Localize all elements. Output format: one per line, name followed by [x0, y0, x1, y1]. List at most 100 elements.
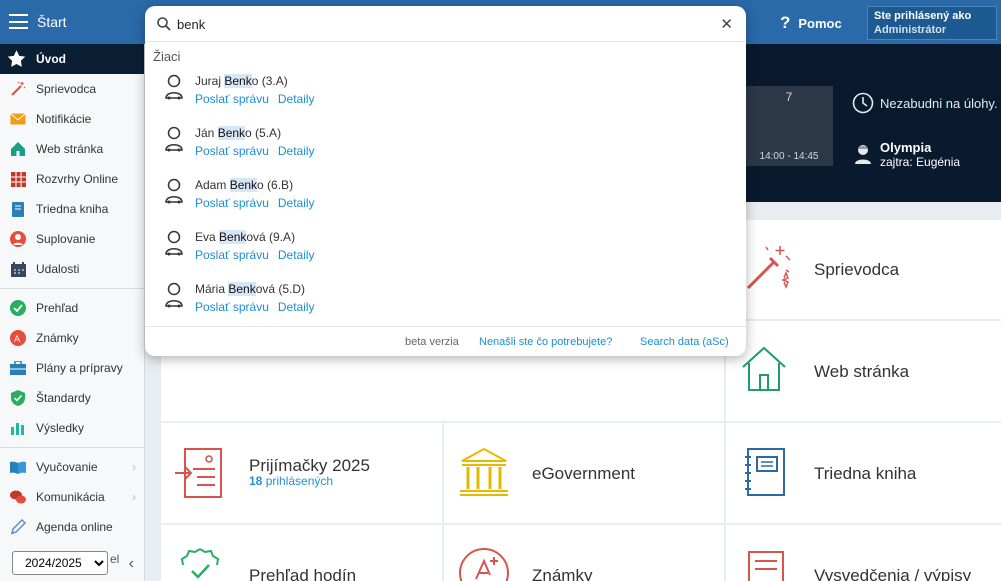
task-reminder[interactable]: Nezabudni na úlohy.: [852, 92, 998, 114]
name-suffix: o (3.A): [251, 74, 288, 88]
sidebar-item-vyucovanie[interactable]: Vyučovanie ›: [0, 452, 144, 482]
school-year-row: 2024/2025 el: [12, 551, 119, 575]
sidebar-item-label: Plány a prípravy: [36, 361, 123, 375]
sidebar-item-udalosti[interactable]: Udalosti: [0, 254, 144, 284]
sidebar-divider: [0, 447, 144, 448]
search-data-link[interactable]: Search data (aSc): [640, 336, 729, 348]
sidebar-item-notifikacie[interactable]: Notifikácie: [0, 104, 144, 134]
name-prefix: Juraj: [195, 74, 225, 88]
applicant-count-label: prihlásených: [265, 474, 334, 488]
search-input[interactable]: [177, 13, 707, 35]
name-prefix: Mária: [195, 282, 229, 296]
name-match-highlight: Benk: [229, 178, 258, 192]
admission-form-icon: [175, 448, 222, 498]
chevron-right-icon: ›: [132, 490, 136, 504]
search-icon: [157, 17, 171, 31]
student-avatar-icon: [164, 74, 184, 103]
house-icon: [742, 346, 786, 391]
briefcase-icon: [10, 360, 26, 376]
hamburger-menu-icon[interactable]: [9, 14, 28, 29]
search-result-item[interactable]: Adam Benko (6.B) Poslať správu Detaily: [161, 178, 561, 224]
sidebar-item-uvod[interactable]: Úvod: [0, 44, 144, 74]
sidebar-item-suplovanie[interactable]: Suplovanie: [0, 224, 144, 254]
tile-znamky[interactable]: Známky: [444, 525, 724, 581]
search-result-item[interactable]: Ján Benko (5.A) Poslať správu Detaily: [161, 126, 561, 172]
sidebar-item-triedna-kniha[interactable]: Triedna kniha: [0, 194, 144, 224]
sidebar-item-rozvrhy[interactable]: Rozvrhy Online: [0, 164, 144, 194]
search-bar: ✕: [145, 6, 746, 42]
sidebar-item-znamky[interactable]: A Známky: [0, 323, 144, 353]
details-link[interactable]: Detaily: [278, 300, 315, 314]
tile-subtitle: 18 prihlásených: [249, 474, 333, 488]
search-result-item[interactable]: Juraj Benko (3.A) Poslať správu Detaily: [161, 74, 561, 120]
help-button[interactable]: ? Pomoc: [780, 13, 842, 33]
details-link[interactable]: Detaily: [278, 144, 315, 158]
calendar-grid-icon: [10, 171, 26, 187]
name-prefix: Eva: [195, 230, 220, 244]
star-icon: [7, 50, 26, 67]
chevron-left-icon[interactable]: ‹: [129, 555, 134, 573]
wand-icon: [746, 246, 791, 290]
details-link[interactable]: Detaily: [278, 92, 315, 106]
envelope-icon: [10, 111, 26, 127]
notebook-icon: [745, 448, 785, 496]
tile-title: Sprievodca: [814, 260, 900, 279]
sidebar-item-agenda[interactable]: Agenda online: [0, 512, 144, 542]
sidebar-item-komunikacia[interactable]: Komunikácia ›: [0, 482, 144, 512]
sidebar-item-label: Sprievodca: [36, 82, 97, 96]
timetable-period[interactable]: 7 14:00 - 14:45: [745, 86, 833, 166]
tile-title: eGovernment: [532, 464, 635, 483]
sidebar-item-label: Rozvrhy Online: [36, 172, 119, 186]
house-icon: [10, 141, 26, 157]
sidebar-item-web[interactable]: Web stránka: [0, 134, 144, 164]
sidebar-item-prehlad[interactable]: Prehľad: [0, 293, 144, 323]
sidebar-divider: [0, 288, 144, 289]
app-title[interactable]: Štart: [37, 14, 67, 30]
results-section-label: Žiaci: [153, 49, 181, 64]
name-match-highlight: Benk: [219, 230, 247, 244]
search-popup: ✕ Žiaci Juraj Benko (3.A)Poslať správuDe…: [145, 6, 746, 356]
send-message-link[interactable]: Poslať správu: [195, 196, 269, 210]
tile-triedna-kniha[interactable]: Triedna kniha: [726, 423, 1001, 523]
tile-egovernment[interactable]: eGovernment: [444, 423, 724, 523]
name-suffix: o (6.B): [257, 178, 294, 192]
close-icon[interactable]: ✕: [720, 15, 733, 33]
sidebar-item-label: Prehľad: [36, 301, 79, 315]
tile-vysvedcenia[interactable]: Vysvedčenia / výpisy: [726, 525, 1001, 581]
name-suffix: ová (9.A): [246, 230, 296, 244]
sidebar-item-label: Udalosti: [36, 262, 80, 276]
result-actions: Poslať správu Detaily: [195, 300, 324, 314]
search-result-item[interactable]: Mária Benková (5.D) Poslať správu Detaily: [161, 282, 561, 328]
nameday-info: Olympia zajtra: Eugénia: [854, 140, 960, 169]
person-icon: [10, 231, 26, 247]
send-message-link[interactable]: Poslať správu: [195, 144, 269, 158]
send-message-link[interactable]: Poslať správu: [195, 92, 269, 106]
details-link[interactable]: Detaily: [278, 248, 315, 262]
grade-icon: [459, 548, 509, 581]
name-suffix: o (5.A): [245, 126, 282, 140]
check-circle-icon: [10, 300, 26, 316]
tile-prehlad-hodin[interactable]: Prehľad hodín: [161, 525, 442, 581]
student-name: Mária Benková (5.D): [195, 282, 305, 296]
not-found-link[interactable]: Nenašli ste čo potrebujete?: [479, 336, 612, 348]
sidebar-item-vysledky[interactable]: Výsledky: [0, 413, 144, 443]
tile-web-stranka[interactable]: Web stránka: [726, 321, 1001, 421]
school-year-select[interactable]: 2024/2025: [12, 551, 108, 575]
tile-title: Známky: [532, 566, 593, 581]
check-badge-icon: [180, 548, 220, 579]
sidebar-item-standardy[interactable]: Štandardy: [0, 383, 144, 413]
tile-prijimacky[interactable]: Prijímačky 2025 18 prihlásených: [161, 423, 442, 523]
send-message-link[interactable]: Poslať správu: [195, 248, 269, 262]
tile-sprievodca[interactable]: Sprievodca: [726, 220, 1001, 319]
name-match-highlight: Benk: [224, 74, 252, 88]
sidebar-item-plany[interactable]: Plány a prípravy: [0, 353, 144, 383]
sidebar-item-label: Známky: [36, 331, 79, 345]
send-message-link[interactable]: Poslať správu: [195, 300, 269, 314]
login-user: Administrátor: [874, 24, 947, 36]
details-link[interactable]: Detaily: [278, 196, 315, 210]
svg-text:A: A: [14, 335, 21, 345]
sidebar-item-sprievodca[interactable]: Sprievodca: [0, 74, 144, 104]
period-number: 7: [785, 90, 793, 104]
search-result-item[interactable]: Eva Benková (9.A) Poslať správu Detaily: [161, 230, 561, 276]
user-login-box[interactable]: Ste prihlásený ako Administrátor: [867, 6, 997, 40]
